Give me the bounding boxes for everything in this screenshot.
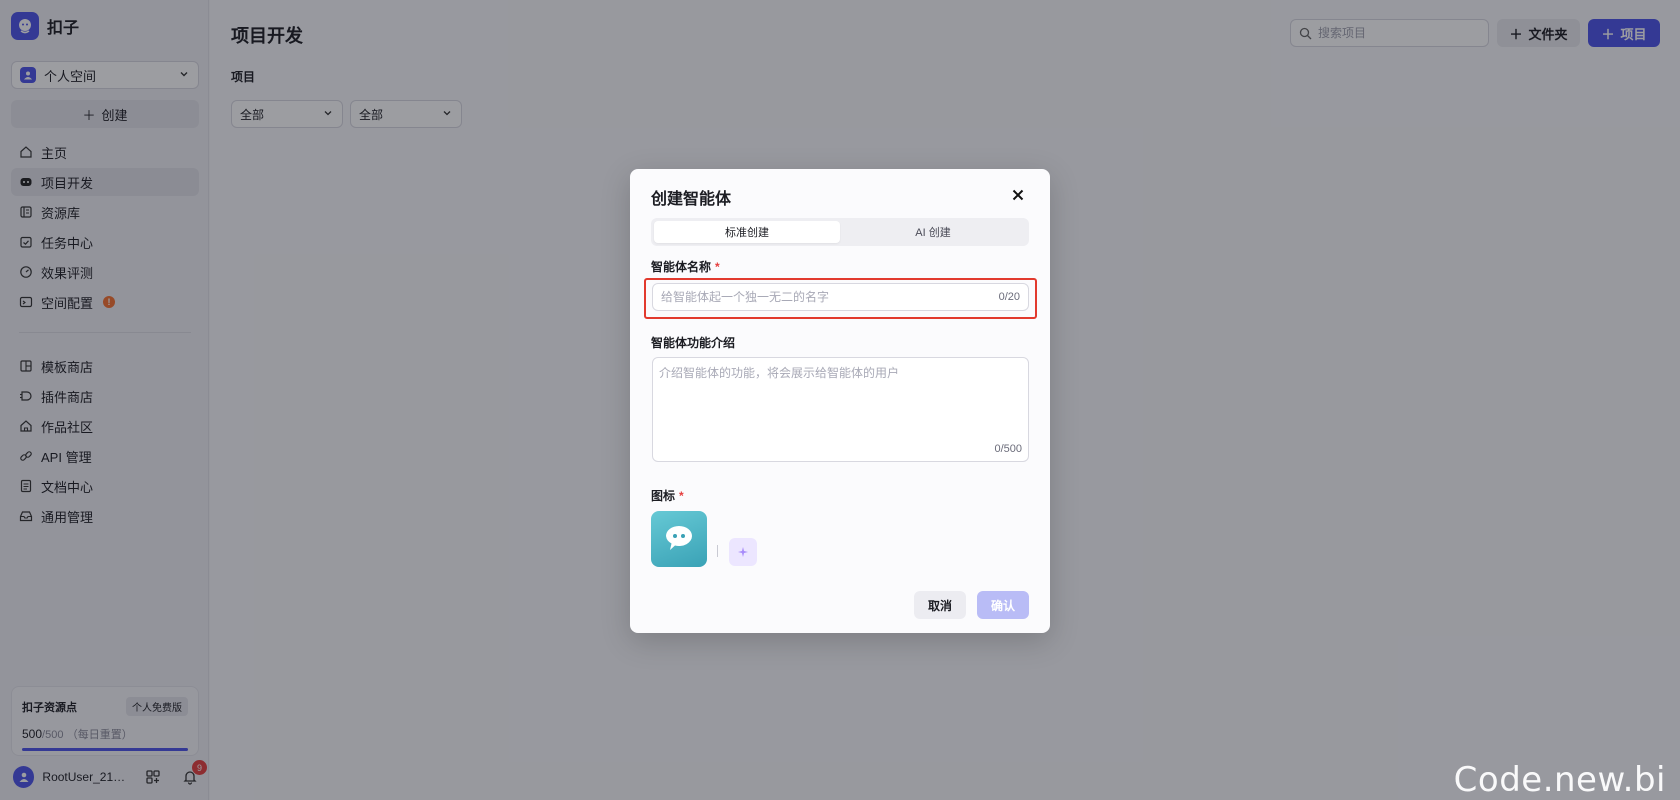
- cancel-button[interactable]: 取消: [914, 591, 966, 619]
- dialog-title: 创建智能体: [651, 191, 732, 208]
- desc-char-counter: 0/500: [994, 443, 1022, 455]
- required-mark: *: [715, 260, 720, 274]
- required-mark: *: [679, 489, 684, 503]
- name-char-counter: 0/20: [998, 291, 1020, 303]
- tab-standard-create[interactable]: 标准创建: [654, 221, 840, 243]
- agent-name-input[interactable]: [661, 290, 999, 304]
- create-agent-dialog: 创建智能体 标准创建 AI 创建 智能体名称* 0/20 智能体功能介绍 0/5…: [630, 169, 1050, 633]
- confirm-button[interactable]: 确认: [977, 591, 1029, 619]
- name-field-label: 智能体名称 *: [651, 258, 720, 275]
- icon-field-label: 图标 *: [651, 487, 684, 504]
- ai-generate-icon-button[interactable]: [729, 538, 757, 566]
- close-icon: [1012, 189, 1024, 201]
- agent-description-input[interactable]: [659, 364, 1022, 436]
- agent-avatar-preview[interactable]: [651, 511, 707, 567]
- icon-separator: [717, 545, 718, 557]
- desc-input-box[interactable]: 0/500: [652, 357, 1029, 462]
- sparkle-icon: [738, 547, 748, 557]
- create-mode-tabs: 标准创建 AI 创建: [651, 218, 1029, 246]
- name-label-text: 智能体名称: [651, 260, 712, 274]
- close-button[interactable]: [1008, 185, 1028, 205]
- watermark-text: Code.new.bi: [1453, 760, 1666, 800]
- desc-field-label: 智能体功能介绍: [651, 336, 736, 350]
- icon-label-text: 图标: [651, 489, 676, 503]
- name-input-box[interactable]: 0/20: [652, 283, 1029, 311]
- chat-bubble-icon: [666, 526, 692, 550]
- tab-ai-create[interactable]: AI 创建: [840, 221, 1026, 243]
